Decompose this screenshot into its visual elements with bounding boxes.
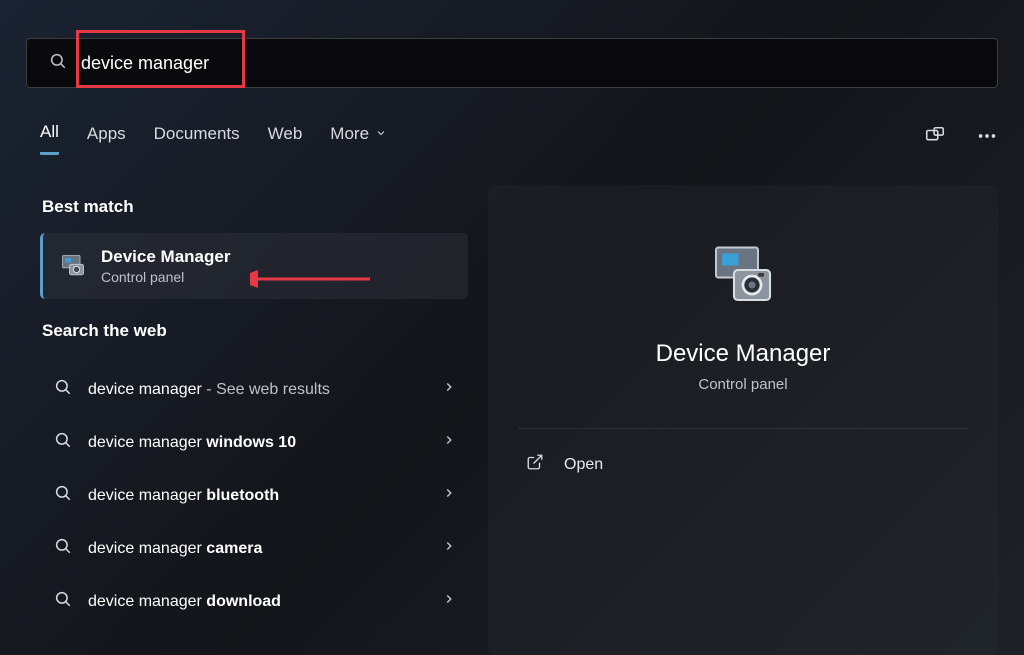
- device-manager-icon: [707, 240, 779, 312]
- tab-apps[interactable]: Apps: [87, 124, 126, 154]
- feedback-icon[interactable]: [924, 125, 946, 152]
- best-match-result[interactable]: Device Manager Control panel: [40, 233, 468, 299]
- web-result-item[interactable]: device manager - See web results: [40, 363, 468, 416]
- tab-all[interactable]: All: [40, 122, 59, 155]
- tab-documents[interactable]: Documents: [154, 124, 240, 154]
- tab-more-label: More: [330, 124, 369, 144]
- search-icon: [49, 52, 67, 75]
- web-result-item[interactable]: device manager windows 10: [40, 416, 468, 469]
- best-match-subtitle: Control panel: [101, 269, 230, 285]
- web-result-item[interactable]: device manager bluetooth: [40, 469, 468, 522]
- web-result-item[interactable]: device manager camera: [40, 522, 468, 575]
- web-results-list: device manager - See web results device …: [40, 363, 468, 628]
- search-icon: [54, 537, 72, 560]
- tab-web[interactable]: Web: [268, 124, 303, 154]
- open-label: Open: [564, 456, 603, 474]
- open-action[interactable]: Open: [518, 429, 968, 500]
- open-icon: [526, 453, 544, 476]
- tab-more[interactable]: More: [330, 124, 387, 154]
- search-bar[interactable]: [26, 38, 998, 88]
- device-manager-icon: [59, 252, 87, 280]
- preview-panel: Device Manager Control panel Open: [488, 185, 998, 655]
- chevron-down-icon: [375, 124, 387, 144]
- search-icon: [54, 378, 72, 401]
- chevron-right-icon: [442, 486, 456, 505]
- web-result-text: device manager bluetooth: [88, 487, 426, 505]
- search-input[interactable]: [81, 53, 975, 74]
- search-web-header: Search the web: [40, 299, 468, 357]
- preview-title: Device Manager: [656, 340, 831, 368]
- best-match-header: Best match: [40, 175, 468, 233]
- more-options-icon[interactable]: [976, 125, 998, 152]
- web-result-text: device manager camera: [88, 540, 426, 558]
- chevron-right-icon: [442, 539, 456, 558]
- web-result-text: device manager download: [88, 593, 426, 611]
- chevron-right-icon: [442, 380, 456, 399]
- filter-tabs: All Apps Documents Web More: [40, 122, 998, 155]
- web-result-text: device manager - See web results: [88, 381, 426, 399]
- search-icon: [54, 590, 72, 613]
- search-icon: [54, 431, 72, 454]
- web-result-text: device manager windows 10: [88, 434, 426, 452]
- chevron-right-icon: [442, 433, 456, 452]
- search-icon: [54, 484, 72, 507]
- chevron-right-icon: [442, 592, 456, 611]
- best-match-title: Device Manager: [101, 247, 230, 267]
- web-result-item[interactable]: device manager download: [40, 575, 468, 628]
- results-panel: Best match Device Manager Control panel …: [40, 175, 468, 655]
- preview-subtitle: Control panel: [698, 376, 787, 393]
